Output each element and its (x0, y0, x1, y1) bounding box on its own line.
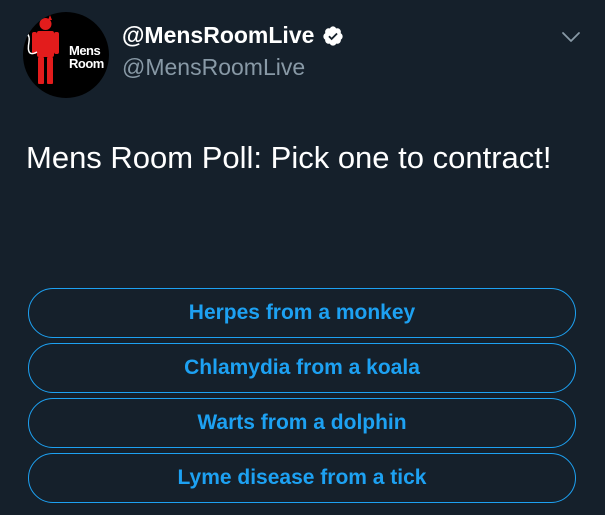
poll-option-4[interactable]: Lyme disease from a tick (28, 453, 576, 503)
avatar-logo-text: Mens Room (69, 44, 104, 70)
chevron-down-icon[interactable] (561, 30, 581, 44)
poll-option-1[interactable]: Herpes from a monkey (28, 288, 576, 338)
avatar-text-line2: Room (69, 56, 104, 71)
display-name[interactable]: @MensRoomLive (122, 22, 344, 49)
verified-badge-icon (323, 25, 344, 46)
poll: Herpes from a monkey Chlamydia from a ko… (28, 288, 576, 508)
avatar[interactable]: Mens Room (23, 12, 109, 98)
poll-option-2[interactable]: Chlamydia from a koala (28, 343, 576, 393)
poll-option-3[interactable]: Warts from a dolphin (28, 398, 576, 448)
tweet-text: Mens Room Poll: Pick one to contract! (26, 140, 552, 175)
user-handle[interactable]: @MensRoomLive (122, 54, 305, 81)
display-name-text: @MensRoomLive (122, 22, 315, 48)
